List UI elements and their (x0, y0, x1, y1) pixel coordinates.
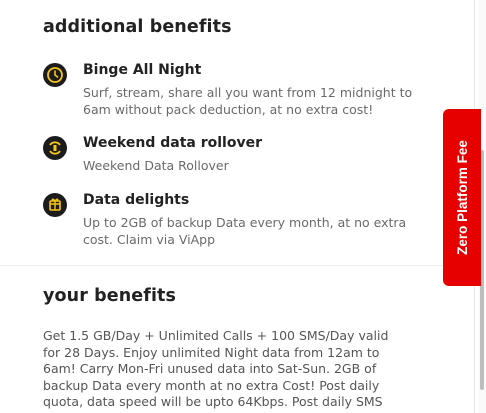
rollover-icon (43, 136, 67, 160)
benefit-description: Weekend Data Rollover (83, 158, 229, 173)
plan-details-panel: additional benefits Binge All Night Surf… (0, 0, 470, 413)
your-benefits-heading: your benefits (43, 286, 177, 306)
zero-platform-fee-label: Zero Platform Fee (454, 140, 470, 255)
data-delight-icon (43, 193, 67, 217)
moon-clock-icon (43, 63, 67, 87)
zero-platform-fee-tab[interactable]: Zero Platform Fee (443, 109, 481, 286)
benefit-description: Up to 2GB of backup Data every month, at… (83, 215, 407, 247)
benefit-title: Data delights (83, 192, 190, 208)
additional-benefits-heading: additional benefits (43, 17, 232, 37)
your-benefits-description: Get 1.5 GB/Day + Unlimited Calls + 100 S… (43, 328, 400, 413)
benefit-description: Surf, stream, share all you want from 12… (83, 85, 413, 117)
benefit-title: Binge All Night (83, 62, 202, 78)
section-divider (0, 265, 470, 266)
benefit-title: Weekend data rollover (83, 135, 262, 151)
